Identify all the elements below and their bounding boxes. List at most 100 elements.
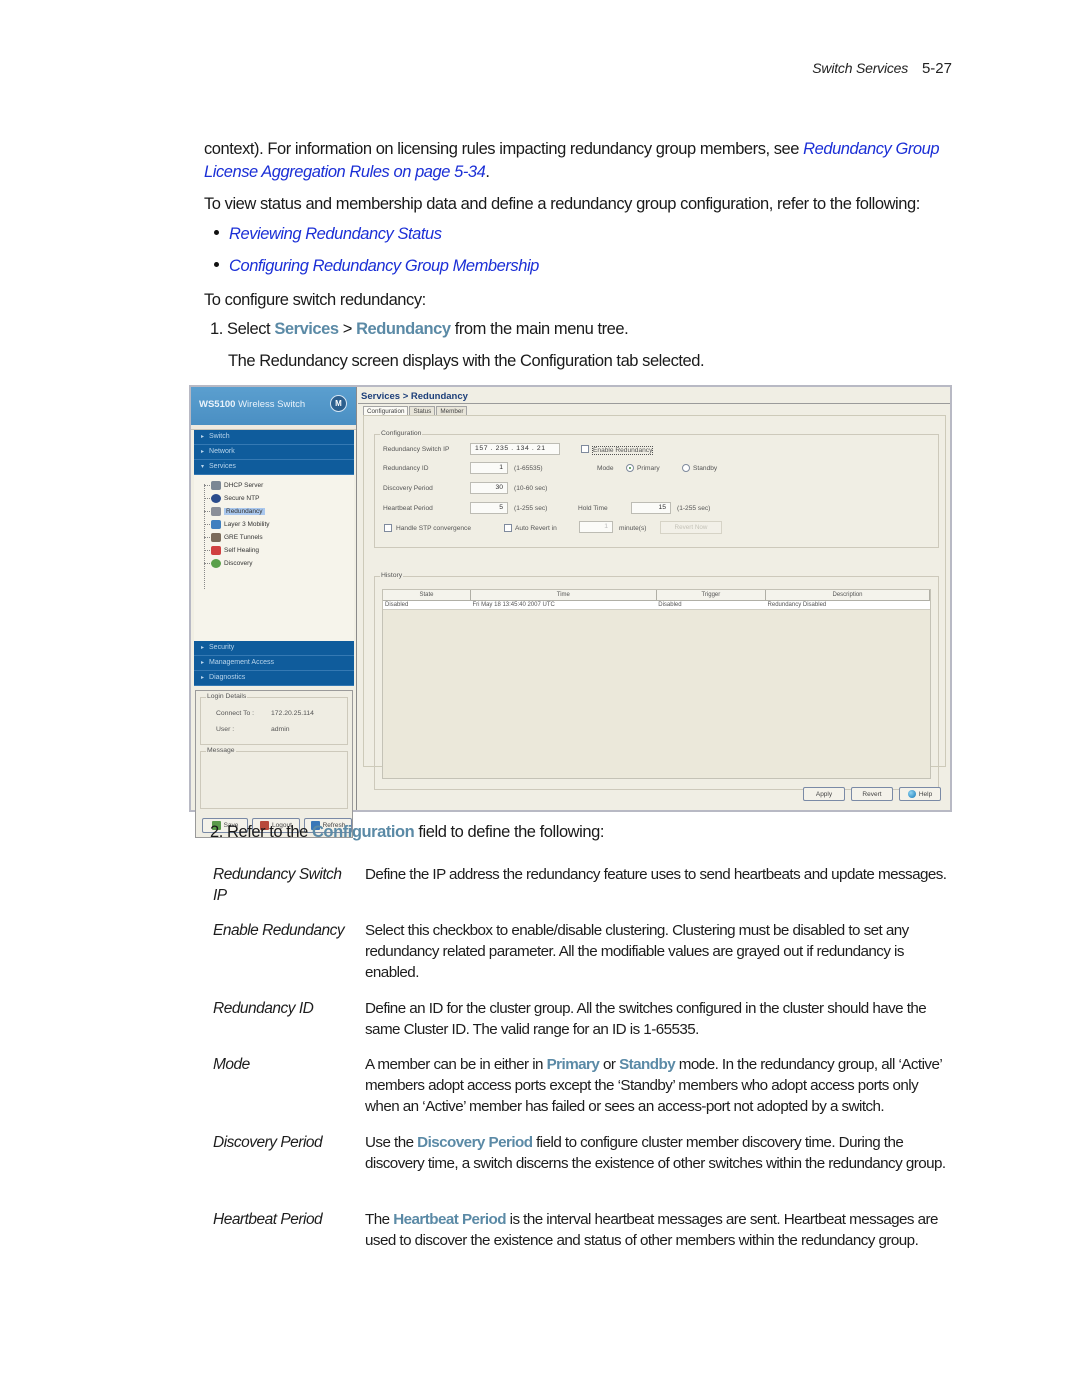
intro-paragraph-3: To configure switch redundancy: bbox=[204, 291, 426, 309]
nav-item-services[interactable]: ▾ Services bbox=[194, 460, 354, 475]
history-table-header: State Time Trigger Description bbox=[383, 590, 930, 601]
tree-item-secure-ntp[interactable]: Secure NTP bbox=[204, 492, 354, 505]
table-cell: Disabled bbox=[383, 600, 471, 610]
auto-revert-label: Auto Revert in bbox=[515, 525, 557, 532]
hold-time-input[interactable]: 15 bbox=[631, 502, 671, 514]
handle-stp-checkbox[interactable] bbox=[384, 524, 392, 532]
bullet-icon bbox=[214, 262, 219, 268]
services-tree: DHCP Server Secure NTP Redundancy Layer 3 M… bbox=[194, 475, 354, 591]
reviewing-status-link[interactable]: Reviewing Redundancy Status bbox=[229, 225, 442, 243]
discovery-period-range: (10-60 sec) bbox=[514, 485, 548, 492]
tree-connector bbox=[204, 485, 210, 486]
tree-connector bbox=[204, 537, 210, 538]
redundancy-id-input[interactable]: 1 bbox=[470, 462, 508, 474]
revert-now-button[interactable]: Revert Now bbox=[660, 521, 722, 534]
apply-button[interactable]: Apply bbox=[803, 787, 845, 801]
help-button[interactable]: Help bbox=[899, 787, 941, 801]
section-title: Switch Services bbox=[812, 60, 909, 76]
enable-redundancy-checkbox[interactable] bbox=[581, 445, 589, 453]
revert-button[interactable]: Revert bbox=[851, 787, 893, 801]
tunnel-icon bbox=[211, 533, 221, 542]
brand-header: WS5100 Wireless Switch M bbox=[191, 387, 356, 425]
configuration-group: Configuration Redundancy Switch IP 157 .… bbox=[374, 430, 939, 548]
tree-connector bbox=[204, 511, 210, 512]
user-label: User : bbox=[216, 726, 235, 733]
intro-paragraph-2: To view status and membership data and d… bbox=[204, 195, 920, 213]
discovery-period-input[interactable]: 30 bbox=[470, 482, 508, 494]
server-icon bbox=[211, 481, 221, 490]
definition-description: Define the IP address the redundancy fea… bbox=[365, 866, 947, 883]
ui-ref: Discovery Period bbox=[417, 1134, 533, 1151]
auto-revert-input[interactable]: 1 bbox=[579, 521, 613, 533]
mode-standby-label: Standby bbox=[693, 465, 718, 472]
table-cell: Fri May 18 13:45:40 2007 UTC bbox=[470, 600, 657, 610]
definition-description: Select this checkbox to enable/disable c… bbox=[365, 922, 909, 981]
heartbeat-period-input[interactable]: 5 bbox=[470, 502, 508, 514]
configuring-membership-link[interactable]: Configuring Redundancy Group Membership bbox=[229, 257, 539, 275]
ui-ref: Primary bbox=[546, 1056, 600, 1073]
column-header-state[interactable]: State bbox=[383, 590, 471, 601]
configuration-tab-panel: Configuration Redundancy Switch IP 157 .… bbox=[363, 415, 946, 790]
nav-item-network[interactable]: ▸ Network bbox=[194, 445, 354, 460]
bullet-item: Reviewing Redundancy Status bbox=[214, 225, 442, 244]
step-1: 1. Select Services > Redundancy from the… bbox=[210, 320, 629, 338]
switch-ip-label: Redundancy Switch IP bbox=[383, 446, 450, 453]
tree-connector bbox=[204, 524, 210, 525]
nav-item-diagnostics[interactable]: ▸ Diagnostics bbox=[194, 671, 354, 686]
table-cell: Redundancy Disabled bbox=[765, 600, 930, 610]
clock-icon bbox=[211, 494, 221, 503]
definition-term: Discovery Period bbox=[213, 1134, 323, 1151]
tree-connector bbox=[204, 563, 210, 564]
running-header: Switch Services 5-27 bbox=[812, 60, 952, 77]
discovery-period-label: Discovery Period bbox=[383, 485, 433, 492]
auto-revert-checkbox[interactable] bbox=[504, 524, 512, 532]
caret-right-icon: ▸ bbox=[201, 660, 205, 666]
tree-item-self-healing[interactable]: Self Healing bbox=[204, 544, 354, 557]
mode-primary-radio[interactable] bbox=[626, 464, 634, 472]
switch-ip-input[interactable]: 157 . 235 . 134 . 21 bbox=[470, 443, 560, 455]
nav-item-management-access[interactable]: ▸ Management Access bbox=[194, 656, 354, 671]
definition-term: Heartbeat Period bbox=[213, 1211, 323, 1228]
nav-item-switch[interactable]: ▸ Switch bbox=[194, 430, 354, 445]
mobility-icon bbox=[211, 520, 221, 529]
tree-item-discovery[interactable]: Discovery bbox=[204, 557, 354, 570]
ui-ref-configuration: Configuration bbox=[311, 823, 415, 841]
definition-description: Define an ID for the cluster group. All … bbox=[365, 1000, 927, 1038]
user-value: admin bbox=[271, 726, 290, 733]
caret-right-icon: ▸ bbox=[201, 675, 205, 681]
redundancy-icon bbox=[211, 507, 221, 516]
heartbeat-period-label: Heartbeat Period bbox=[383, 505, 433, 512]
login-panel: Login Details Connect To : 172.20.25.114… bbox=[195, 690, 353, 838]
tree-item-dhcp-server[interactable]: DHCP Server bbox=[204, 479, 354, 492]
caret-right-icon: ▸ bbox=[201, 449, 205, 455]
mode-standby-radio[interactable] bbox=[682, 464, 690, 472]
discovery-icon bbox=[211, 559, 221, 568]
tree-item-redundancy[interactable]: Redundancy bbox=[204, 505, 354, 518]
auto-revert-unit: minute(s) bbox=[619, 525, 647, 532]
column-header-description[interactable]: Description bbox=[765, 590, 930, 601]
ui-ref-services: Services bbox=[274, 320, 339, 338]
tree-item-gre-tunnels[interactable]: GRE Tunnels bbox=[204, 531, 354, 544]
definition-term: Redundancy Switch IP bbox=[213, 866, 342, 904]
step-2: 2. Refer to the Configuration field to d… bbox=[210, 823, 604, 841]
heartbeat-period-range: (1-255 sec) bbox=[514, 505, 548, 512]
bullet-item: Configuring Redundancy Group Membership bbox=[214, 257, 539, 276]
table-row[interactable]: Disabled Fri May 18 13:45:40 2007 UTC Disa… bbox=[383, 600, 930, 610]
main-panel: Services > Redundancy Configuration Stat… bbox=[358, 387, 950, 810]
definition-term: Redundancy ID bbox=[213, 1000, 314, 1017]
tree-connector bbox=[204, 550, 210, 551]
nav-item-security[interactable]: ▸ Security bbox=[194, 641, 354, 656]
hold-time-label: Hold Time bbox=[578, 505, 608, 512]
column-header-time[interactable]: Time bbox=[470, 590, 657, 601]
column-header-trigger[interactable]: Trigger bbox=[656, 590, 767, 601]
step-1-note: The Redundancy screen displays with the … bbox=[228, 352, 705, 370]
sidebar: WS5100 Wireless Switch M ▸ Switch ▸ Network… bbox=[191, 387, 357, 838]
connect-to-value: 172.20.25.114 bbox=[271, 710, 314, 717]
nav-bottom: ▸ Security ▸ Management Access ▸ Diagnostics bbox=[191, 641, 356, 686]
bullet-icon bbox=[214, 230, 219, 236]
mode-label: Mode bbox=[597, 465, 614, 472]
tree-item-layer-3-mobility[interactable]: Layer 3 Mobility bbox=[204, 518, 354, 531]
redundancy-screenshot: WS5100 Wireless Switch M ▸ Switch ▸ Network… bbox=[189, 385, 952, 838]
connect-to-label: Connect To : bbox=[216, 710, 255, 717]
definition-description: The Heartbeat Period is the interval hea… bbox=[365, 1211, 938, 1249]
